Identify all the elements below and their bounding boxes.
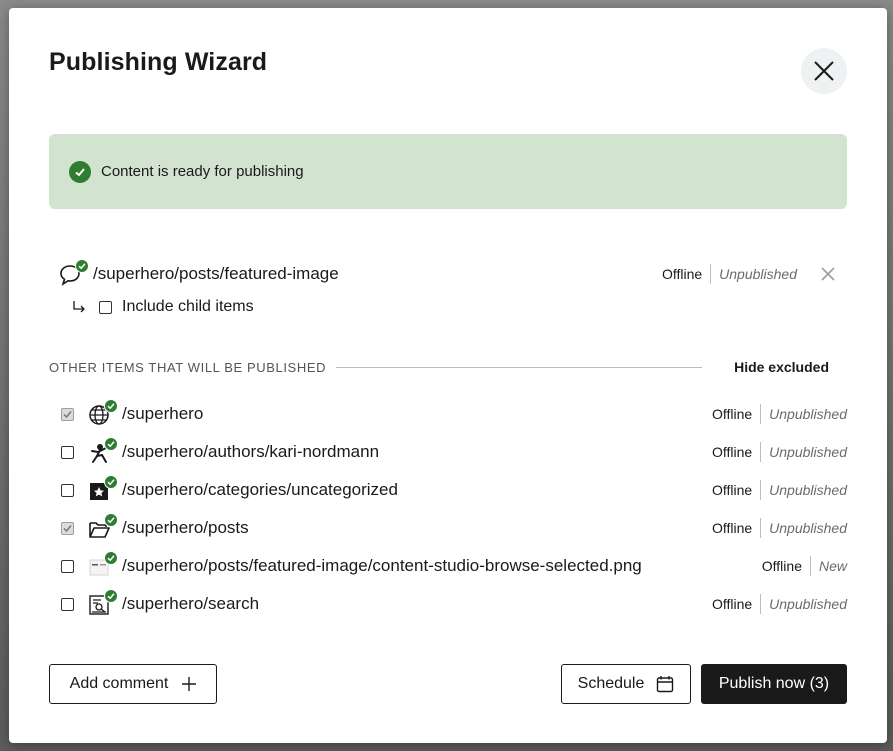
banner-text: Content is ready for publishing bbox=[101, 163, 304, 180]
dependency-list: /superhero Offline Unpublished /superher… bbox=[61, 395, 847, 623]
item-path[interactable]: /superhero/search bbox=[122, 594, 259, 614]
image-icon bbox=[88, 551, 118, 579]
item-checkbox[interactable] bbox=[61, 559, 74, 573]
item-path[interactable]: /superhero/categories/uncategorized bbox=[122, 480, 398, 500]
ready-banner: Content is ready for publishing bbox=[49, 134, 847, 209]
publishing-wizard-dialog: Publishing Wizard Content is ready for p… bbox=[9, 8, 887, 743]
section-title: OTHER ITEMS THAT WILL BE PUBLISHED bbox=[49, 359, 327, 375]
item-checkbox[interactable] bbox=[61, 407, 74, 421]
schedule-button[interactable]: Schedule bbox=[561, 664, 691, 704]
list-item: /superhero/categories/uncategorized Offl… bbox=[61, 471, 847, 509]
plus-icon bbox=[182, 677, 197, 691]
publish-now-button[interactable]: Publish now (3) bbox=[701, 664, 847, 704]
ready-badge-icon bbox=[75, 259, 89, 273]
close-button[interactable] bbox=[801, 48, 847, 94]
item-path[interactable]: /superhero/posts/featured-image/content-… bbox=[122, 556, 642, 576]
ready-badge-icon bbox=[104, 475, 118, 489]
ready-badge-icon bbox=[104, 589, 118, 603]
globe-icon bbox=[88, 399, 118, 427]
include-child-items: Include child items bbox=[71, 298, 254, 316]
ready-badge-icon bbox=[104, 551, 118, 565]
ready-badge-icon bbox=[104, 437, 118, 451]
list-item: /superhero/posts/featured-image/content-… bbox=[61, 547, 847, 585]
main-item-path[interactable]: /superhero/posts/featured-image bbox=[93, 264, 339, 284]
category-icon bbox=[88, 475, 118, 503]
main-item-row: /superhero/posts/featured-image Offline … bbox=[59, 259, 837, 287]
item-checkbox[interactable] bbox=[61, 521, 74, 535]
item-checkbox[interactable] bbox=[61, 483, 74, 497]
hide-excluded-button[interactable]: Hide excluded bbox=[734, 359, 829, 375]
comment-icon bbox=[59, 259, 89, 287]
dependencies-header: OTHER ITEMS THAT WILL BE PUBLISHED Hide … bbox=[49, 358, 829, 376]
include-child-label: Include child items bbox=[122, 298, 254, 315]
remove-item-icon[interactable] bbox=[819, 265, 837, 283]
ready-badge-icon bbox=[104, 513, 118, 527]
close-icon bbox=[814, 61, 834, 81]
item-status: Offline Unpublished bbox=[711, 404, 847, 424]
item-checkbox[interactable] bbox=[61, 597, 74, 611]
item-checkbox[interactable] bbox=[61, 445, 74, 459]
search-page-icon bbox=[88, 589, 118, 617]
calendar-icon bbox=[657, 676, 674, 693]
main-item-status: Offline Unpublished bbox=[661, 264, 797, 284]
include-child-checkbox[interactable] bbox=[99, 300, 112, 314]
item-path[interactable]: /superhero bbox=[122, 404, 203, 424]
item-status: Offline Unpublished bbox=[711, 480, 847, 500]
child-arrow-icon bbox=[73, 301, 85, 313]
item-status: Offline Unpublished bbox=[711, 518, 847, 538]
schedule-label: Schedule bbox=[577, 675, 645, 692]
item-status: Offline Unpublished bbox=[711, 594, 847, 614]
item-path[interactable]: /superhero/authors/kari-nordmann bbox=[122, 442, 379, 462]
item-path[interactable]: /superhero/posts bbox=[122, 518, 249, 538]
list-item: /superhero Offline Unpublished bbox=[61, 395, 847, 433]
item-status: Offline New bbox=[761, 556, 847, 576]
author-icon bbox=[88, 437, 118, 465]
list-item: /superhero/authors/kari-nordmann Offline… bbox=[61, 433, 847, 471]
folder-icon bbox=[88, 513, 118, 541]
list-item: /superhero/posts Offline Unpublished bbox=[61, 509, 847, 547]
list-item: /superhero/search Offline Unpublished bbox=[61, 585, 847, 623]
section-divider bbox=[336, 366, 703, 368]
add-comment-label: Add comment bbox=[69, 675, 169, 692]
add-comment-button[interactable]: Add comment bbox=[49, 664, 217, 704]
success-check-icon bbox=[69, 160, 91, 183]
ready-badge-icon bbox=[104, 399, 118, 413]
item-status: Offline Unpublished bbox=[711, 442, 847, 462]
dialog-title: Publishing Wizard bbox=[49, 48, 268, 76]
